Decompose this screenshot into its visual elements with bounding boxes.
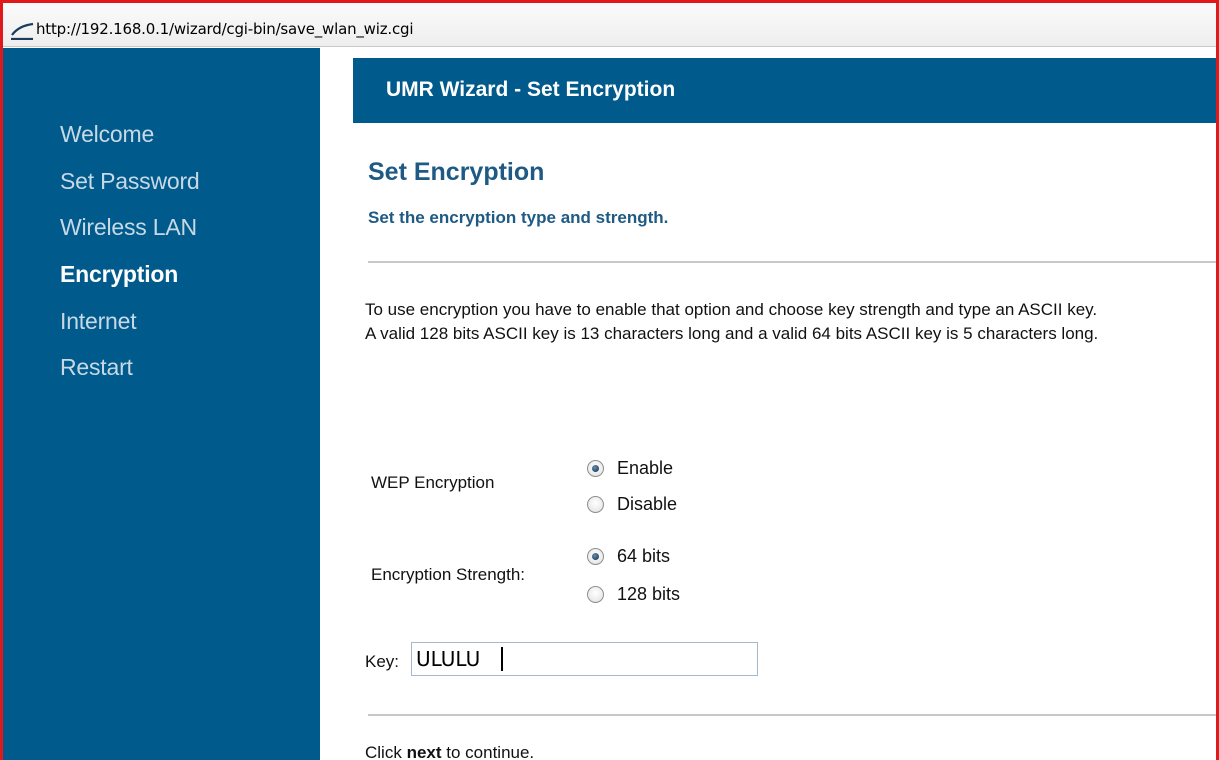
- page-title: Set Encryption: [368, 158, 545, 186]
- footer-next-word: next: [406, 743, 442, 760]
- wep-enable-radio[interactable]: [587, 459, 604, 477]
- main-content: UMR Wizard - Set Encryption Set Encrypti…: [320, 48, 1216, 760]
- description-line-2: A valid 128 bits ASCII key is 13 charact…: [365, 324, 1099, 343]
- strength-128-label: 128 bits: [617, 583, 681, 604]
- page-icon: [11, 22, 34, 40]
- key-label: Key:: [365, 652, 400, 671]
- sidebar: Welcome Set Password Wireless LAN Encryp…: [3, 48, 320, 760]
- description: To use encryption you have to enable tha…: [365, 298, 1210, 346]
- sidebar-item-welcome[interactable]: Welcome: [60, 121, 154, 148]
- sidebar-item-set-password[interactable]: Set Password: [60, 168, 200, 195]
- divider: [368, 714, 1216, 716]
- wep-enable-label: Enable: [617, 457, 674, 478]
- wep-disable-radio[interactable]: [587, 495, 604, 513]
- sidebar-item-encryption[interactable]: Encryption: [60, 261, 178, 288]
- header-title: UMR Wizard - Set Encryption: [386, 78, 676, 101]
- key-input[interactable]: [411, 642, 758, 676]
- strength-64-radio[interactable]: [587, 547, 604, 565]
- sidebar-item-wireless-lan[interactable]: Wireless LAN: [60, 214, 197, 241]
- page-subtitle: Set the encryption type and strength.: [368, 208, 669, 227]
- header-bar: UMR Wizard - Set Encryption: [353, 58, 1216, 123]
- wep-disable-option[interactable]: Disable: [587, 493, 677, 515]
- strength-128-option[interactable]: 128 bits: [587, 583, 680, 605]
- wep-enable-option[interactable]: Enable: [587, 457, 673, 479]
- encryption-strength-label: Encryption Strength:: [371, 565, 526, 584]
- strength-128-radio[interactable]: [587, 585, 604, 603]
- wep-encryption-label: WEP Encryption: [371, 473, 495, 492]
- text-caret: [501, 647, 503, 671]
- url-text[interactable]: http://192.168.0.1/wizard/cgi-bin/save_w…: [36, 20, 413, 38]
- browser-window: http://192.168.0.1/wizard/cgi-bin/save_w…: [0, 0, 1219, 760]
- divider: [368, 261, 1216, 263]
- address-bar[interactable]: http://192.168.0.1/wizard/cgi-bin/save_w…: [3, 3, 1216, 47]
- footer-pre: Click: [365, 743, 407, 760]
- strength-64-option[interactable]: 64 bits: [587, 545, 670, 567]
- description-line-1: To use encryption you have to enable tha…: [365, 300, 1098, 319]
- sidebar-item-internet[interactable]: Internet: [60, 308, 137, 335]
- strength-64-label: 64 bits: [617, 545, 671, 566]
- wep-disable-label: Disable: [617, 493, 678, 514]
- footer-post: to continue.: [441, 743, 535, 760]
- sidebar-item-restart[interactable]: Restart: [60, 354, 133, 381]
- footer-instruction: Click next to continue.: [365, 743, 534, 760]
